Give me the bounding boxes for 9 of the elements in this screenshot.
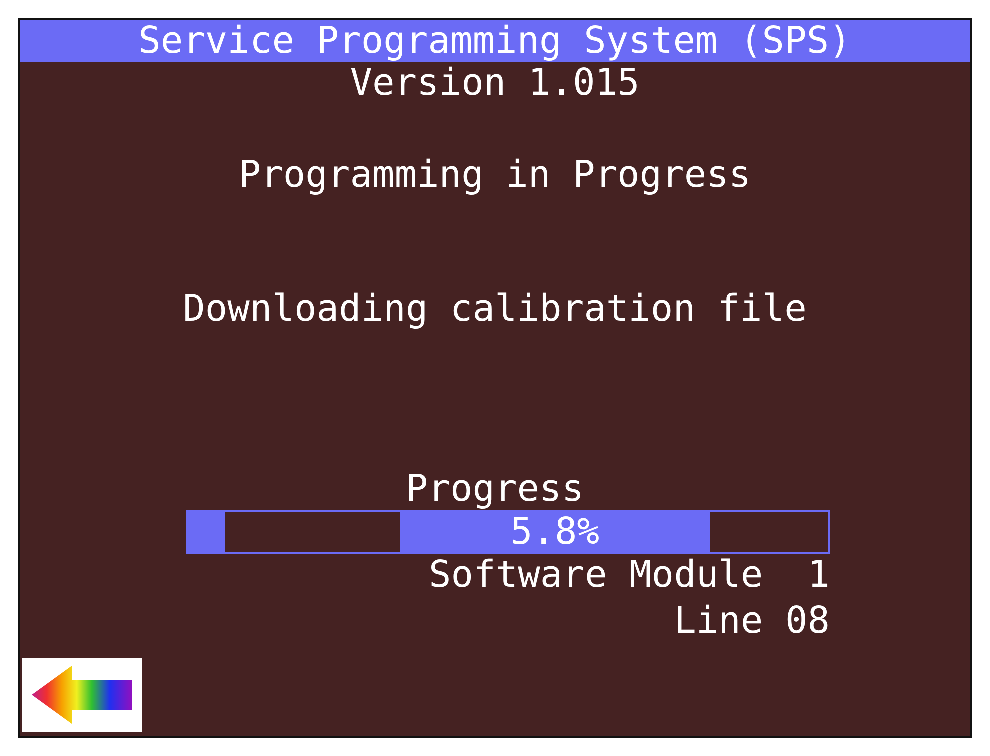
status-text: Programming in Progress — [238, 153, 752, 196]
line-text: Line 08 — [674, 599, 830, 642]
activity-text: Downloading calibration file — [183, 287, 807, 330]
progress-label: Progress — [406, 467, 584, 510]
module-text: Software Module 1 — [429, 553, 830, 596]
back-button[interactable] — [22, 658, 142, 732]
version-text: Version 1.015 — [350, 61, 640, 104]
title-bar: Service Programming System (SPS) — [20, 20, 970, 62]
progress-reading: 5.8% — [400, 512, 710, 552]
